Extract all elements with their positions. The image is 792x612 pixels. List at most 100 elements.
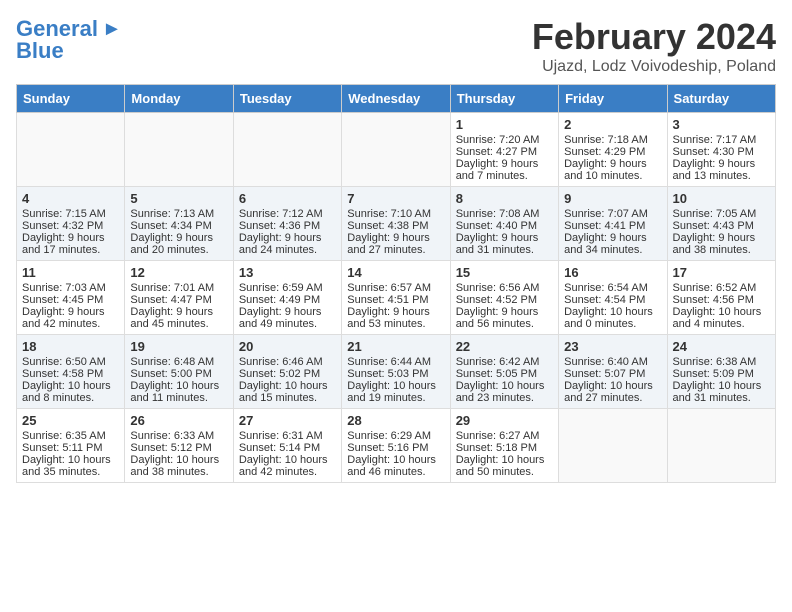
day-number: 16 (564, 265, 661, 280)
day-info: and 42 minutes. (239, 466, 336, 478)
day-info: and 27 minutes. (347, 244, 444, 256)
day-number: 26 (130, 413, 227, 428)
calendar-cell: 22Sunrise: 6:42 AMSunset: 5:05 PMDayligh… (450, 335, 558, 409)
calendar-cell: 8Sunrise: 7:08 AMSunset: 4:40 PMDaylight… (450, 187, 558, 261)
day-info: Daylight: 9 hours (673, 158, 770, 170)
calendar-cell: 24Sunrise: 6:38 AMSunset: 5:09 PMDayligh… (667, 335, 775, 409)
day-info: Daylight: 9 hours (239, 232, 336, 244)
day-info: Sunset: 4:27 PM (456, 146, 553, 158)
day-info: and 31 minutes. (673, 392, 770, 404)
calendar-cell: 4Sunrise: 7:15 AMSunset: 4:32 PMDaylight… (17, 187, 125, 261)
day-number: 15 (456, 265, 553, 280)
day-info: Sunrise: 6:59 AM (239, 282, 336, 294)
day-info: Daylight: 9 hours (456, 232, 553, 244)
day-info: and 23 minutes. (456, 392, 553, 404)
calendar-cell: 20Sunrise: 6:46 AMSunset: 5:02 PMDayligh… (233, 335, 341, 409)
day-info: Sunset: 4:34 PM (130, 220, 227, 232)
day-info: Sunrise: 7:05 AM (673, 208, 770, 220)
day-number: 1 (456, 117, 553, 132)
calendar-cell: 29Sunrise: 6:27 AMSunset: 5:18 PMDayligh… (450, 409, 558, 483)
day-info: and 42 minutes. (22, 318, 119, 330)
day-info: Sunrise: 7:15 AM (22, 208, 119, 220)
month-title: February 2024 (532, 16, 776, 58)
day-number: 18 (22, 339, 119, 354)
day-info: Daylight: 9 hours (673, 232, 770, 244)
day-info: Sunrise: 7:18 AM (564, 134, 661, 146)
day-info: Daylight: 9 hours (22, 306, 119, 318)
calendar-cell: 26Sunrise: 6:33 AMSunset: 5:12 PMDayligh… (125, 409, 233, 483)
day-header-saturday: Saturday (667, 85, 775, 113)
day-info: Daylight: 9 hours (456, 306, 553, 318)
day-info: Sunset: 5:02 PM (239, 368, 336, 380)
day-info: and 46 minutes. (347, 466, 444, 478)
calendar-cell (342, 113, 450, 187)
day-info: Sunset: 4:43 PM (673, 220, 770, 232)
day-info: and 13 minutes. (673, 170, 770, 182)
day-number: 22 (456, 339, 553, 354)
day-info: Sunrise: 7:20 AM (456, 134, 553, 146)
day-info: Daylight: 9 hours (347, 232, 444, 244)
day-info: Sunrise: 7:12 AM (239, 208, 336, 220)
day-info: Sunrise: 7:03 AM (22, 282, 119, 294)
day-info: Sunset: 5:05 PM (456, 368, 553, 380)
day-info: Sunrise: 7:08 AM (456, 208, 553, 220)
calendar-cell: 10 Sunrise: 7:05 AMSunset: 4:43 PMDayligh… (667, 187, 775, 261)
day-number: 14 (347, 265, 444, 280)
day-number: 28 (347, 413, 444, 428)
day-info: Sunrise: 6:31 AM (239, 430, 336, 442)
day-number: 4 (22, 191, 119, 206)
calendar-cell: 25Sunrise: 6:35 AMSunset: 5:11 PMDayligh… (17, 409, 125, 483)
day-info: Daylight: 10 hours (130, 380, 227, 392)
day-info: Sunset: 4:45 PM (22, 294, 119, 306)
day-info: Sunset: 4:36 PM (239, 220, 336, 232)
day-info: Daylight: 10 hours (673, 380, 770, 392)
week-row-1: 1Sunrise: 7:20 AMSunset: 4:27 PMDaylight… (17, 113, 776, 187)
day-info: Sunset: 4:58 PM (22, 368, 119, 380)
day-number: 3 (673, 117, 770, 132)
day-info: and 11 minutes. (130, 392, 227, 404)
calendar-cell: 27 Sunrise: 6:31 AMSunset: 5:14 PMDayligh… (233, 409, 341, 483)
day-info: and 0 minutes. (564, 318, 661, 330)
day-info: Sunrise: 7:17 AM (673, 134, 770, 146)
calendar-cell: 16Sunrise: 6:54 AMSunset: 4:54 PMDayligh… (559, 261, 667, 335)
day-info: Sunset: 5:14 PM (239, 442, 336, 454)
calendar-cell (125, 113, 233, 187)
day-info: Daylight: 9 hours (456, 158, 553, 170)
calendar-cell: 14Sunrise: 6:57 AMSunset: 4:51 PMDayligh… (342, 261, 450, 335)
day-info: Sunrise: 7:13 AM (130, 208, 227, 220)
day-number: 27 (239, 413, 336, 428)
day-info: Sunset: 4:32 PM (22, 220, 119, 232)
day-info: Sunset: 5:00 PM (130, 368, 227, 380)
day-number: 9 (564, 191, 661, 206)
day-info: and 31 minutes. (456, 244, 553, 256)
day-info: Daylight: 10 hours (239, 454, 336, 466)
day-info: Sunrise: 6:33 AM (130, 430, 227, 442)
location: Ujazd, Lodz Voivodeship, Poland (532, 58, 776, 76)
day-info: Sunset: 5:09 PM (673, 368, 770, 380)
day-info: and 35 minutes. (22, 466, 119, 478)
day-info: Daylight: 10 hours (22, 380, 119, 392)
day-info: Sunrise: 6:52 AM (673, 282, 770, 294)
day-info: Sunset: 4:54 PM (564, 294, 661, 306)
day-info: Sunset: 4:49 PM (239, 294, 336, 306)
day-info: Daylight: 10 hours (456, 454, 553, 466)
calendar-cell: 9Sunrise: 7:07 AMSunset: 4:41 PMDaylight… (559, 187, 667, 261)
day-info: Daylight: 10 hours (347, 454, 444, 466)
logo-blue-text: Blue (16, 38, 64, 64)
day-info: Sunset: 4:30 PM (673, 146, 770, 158)
day-info: Daylight: 9 hours (564, 232, 661, 244)
day-info: and 49 minutes. (239, 318, 336, 330)
day-info: and 17 minutes. (22, 244, 119, 256)
day-number: 5 (130, 191, 227, 206)
day-number: 12 (130, 265, 227, 280)
day-info: and 38 minutes. (673, 244, 770, 256)
calendar-cell (233, 113, 341, 187)
day-info: and 45 minutes. (130, 318, 227, 330)
day-header-friday: Friday (559, 85, 667, 113)
week-row-3: 11Sunrise: 7:03 AMSunset: 4:45 PMDayligh… (17, 261, 776, 335)
calendar-cell: 28Sunrise: 6:29 AMSunset: 5:16 PMDayligh… (342, 409, 450, 483)
day-info: Sunset: 5:12 PM (130, 442, 227, 454)
day-number: 13 (239, 265, 336, 280)
day-number: 10 (673, 191, 770, 206)
day-info: and 38 minutes. (130, 466, 227, 478)
